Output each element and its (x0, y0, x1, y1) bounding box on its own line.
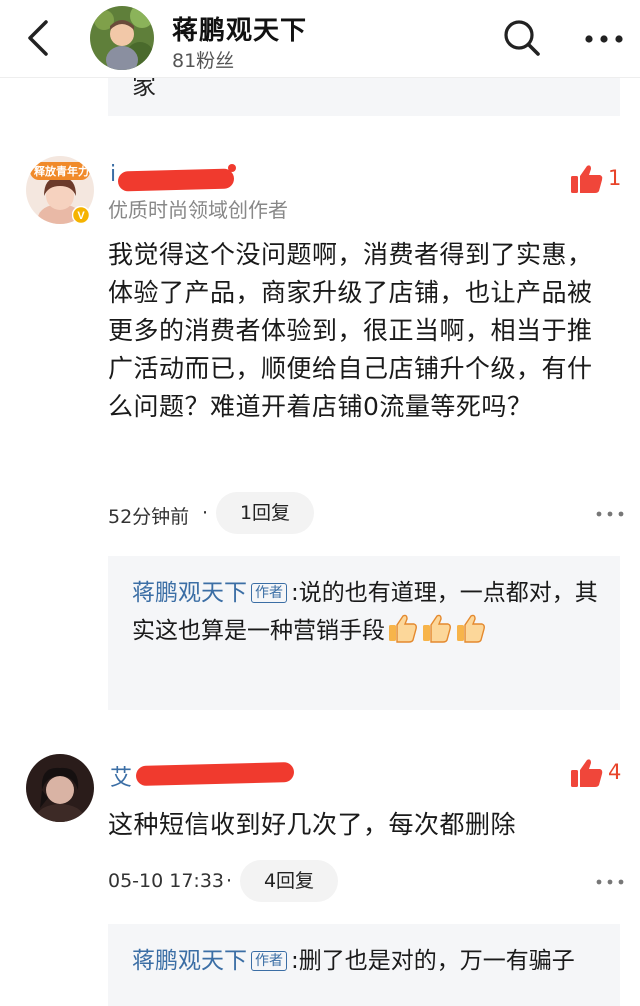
svg-text:V: V (77, 210, 85, 222)
like-icon[interactable] (570, 164, 604, 194)
like-icon[interactable] (570, 758, 604, 788)
new-dot (228, 164, 236, 172)
like-count: 4 (608, 760, 622, 784)
comment-item: 艾 4 这种短信收到好几次了，每次都删除 05-10 17:33 · 4回复 蒋… (0, 748, 640, 1006)
reply-author-name[interactable]: 蒋鹏观天下 (132, 948, 247, 974)
like-count: 1 (608, 166, 622, 190)
reply-count-button[interactable]: 1回复 (216, 492, 314, 534)
reply-count-button[interactable]: 4回复 (240, 860, 338, 902)
reply-content: 蒋鹏观天下 作者:说的也有道理，一点都对，其实这也算是一种营销手段 (132, 580, 598, 644)
comment-more-icon[interactable] (596, 879, 624, 885)
fans-count: 81粉丝 (172, 50, 235, 72)
redaction-mark (135, 761, 295, 787)
more-icon[interactable] (584, 34, 624, 44)
thumbs-up-emoji-icon (423, 614, 451, 643)
comment-more-icon[interactable] (596, 511, 624, 517)
author-tag: 作者 (251, 951, 287, 971)
thumbs-up-emoji-icon (389, 614, 417, 643)
comment-text: 我觉得这个没问题啊，消费者得到了实惠，体验了产品，商家升级了店铺，也让产品被更多… (108, 240, 593, 421)
verified-badge-icon: V (72, 206, 90, 224)
reply-content: 蒋鹏观天下 作者:删了也是对的，万一有骗子 (132, 948, 575, 974)
previous-reply-box[interactable]: 家 (108, 72, 620, 116)
redaction-mark (117, 168, 235, 192)
page-title: 蒋鹏观天下 (172, 16, 308, 46)
reply-box[interactable]: 蒋鹏观天下 作者:说的也有道理，一点都对，其实这也算是一种营销手段 (108, 556, 620, 710)
top-bar: 蒋鹏观天下 81粉丝 (0, 0, 640, 78)
creator-certification: 优质时尚领域创作者 (108, 198, 288, 222)
commenter-name[interactable]: 艾 (110, 760, 132, 792)
comment-item: 释放青年力 V i 优质时尚领域创作者 1 我觉得这个没问题啊，消费者得到了实惠… (0, 150, 640, 710)
reply-box[interactable]: 蒋鹏观天下 作者:删了也是对的，万一有骗子 (108, 924, 620, 1006)
meta-separator: · (226, 870, 233, 892)
comment-time: 05-10 17:33 (108, 870, 225, 892)
commenter-name[interactable]: i (110, 162, 116, 187)
back-icon[interactable] (22, 18, 56, 58)
thumbs-up-emoji-icon (457, 614, 485, 643)
commenter-avatar[interactable] (26, 754, 94, 822)
author-tag: 作者 (251, 583, 287, 603)
reply-text: 删了也是对的，万一有骗子 (298, 948, 575, 974)
search-icon[interactable] (502, 18, 542, 58)
comment-text: 这种短信收到好几次了，每次都删除 (108, 810, 517, 839)
meta-separator: · (202, 502, 209, 524)
reply-author-name[interactable]: 蒋鹏观天下 (132, 580, 247, 606)
avatar-badge-text: 释放青年力 (34, 165, 89, 178)
profile-avatar[interactable] (90, 6, 154, 70)
comment-time: 52分钟前 (108, 506, 190, 528)
